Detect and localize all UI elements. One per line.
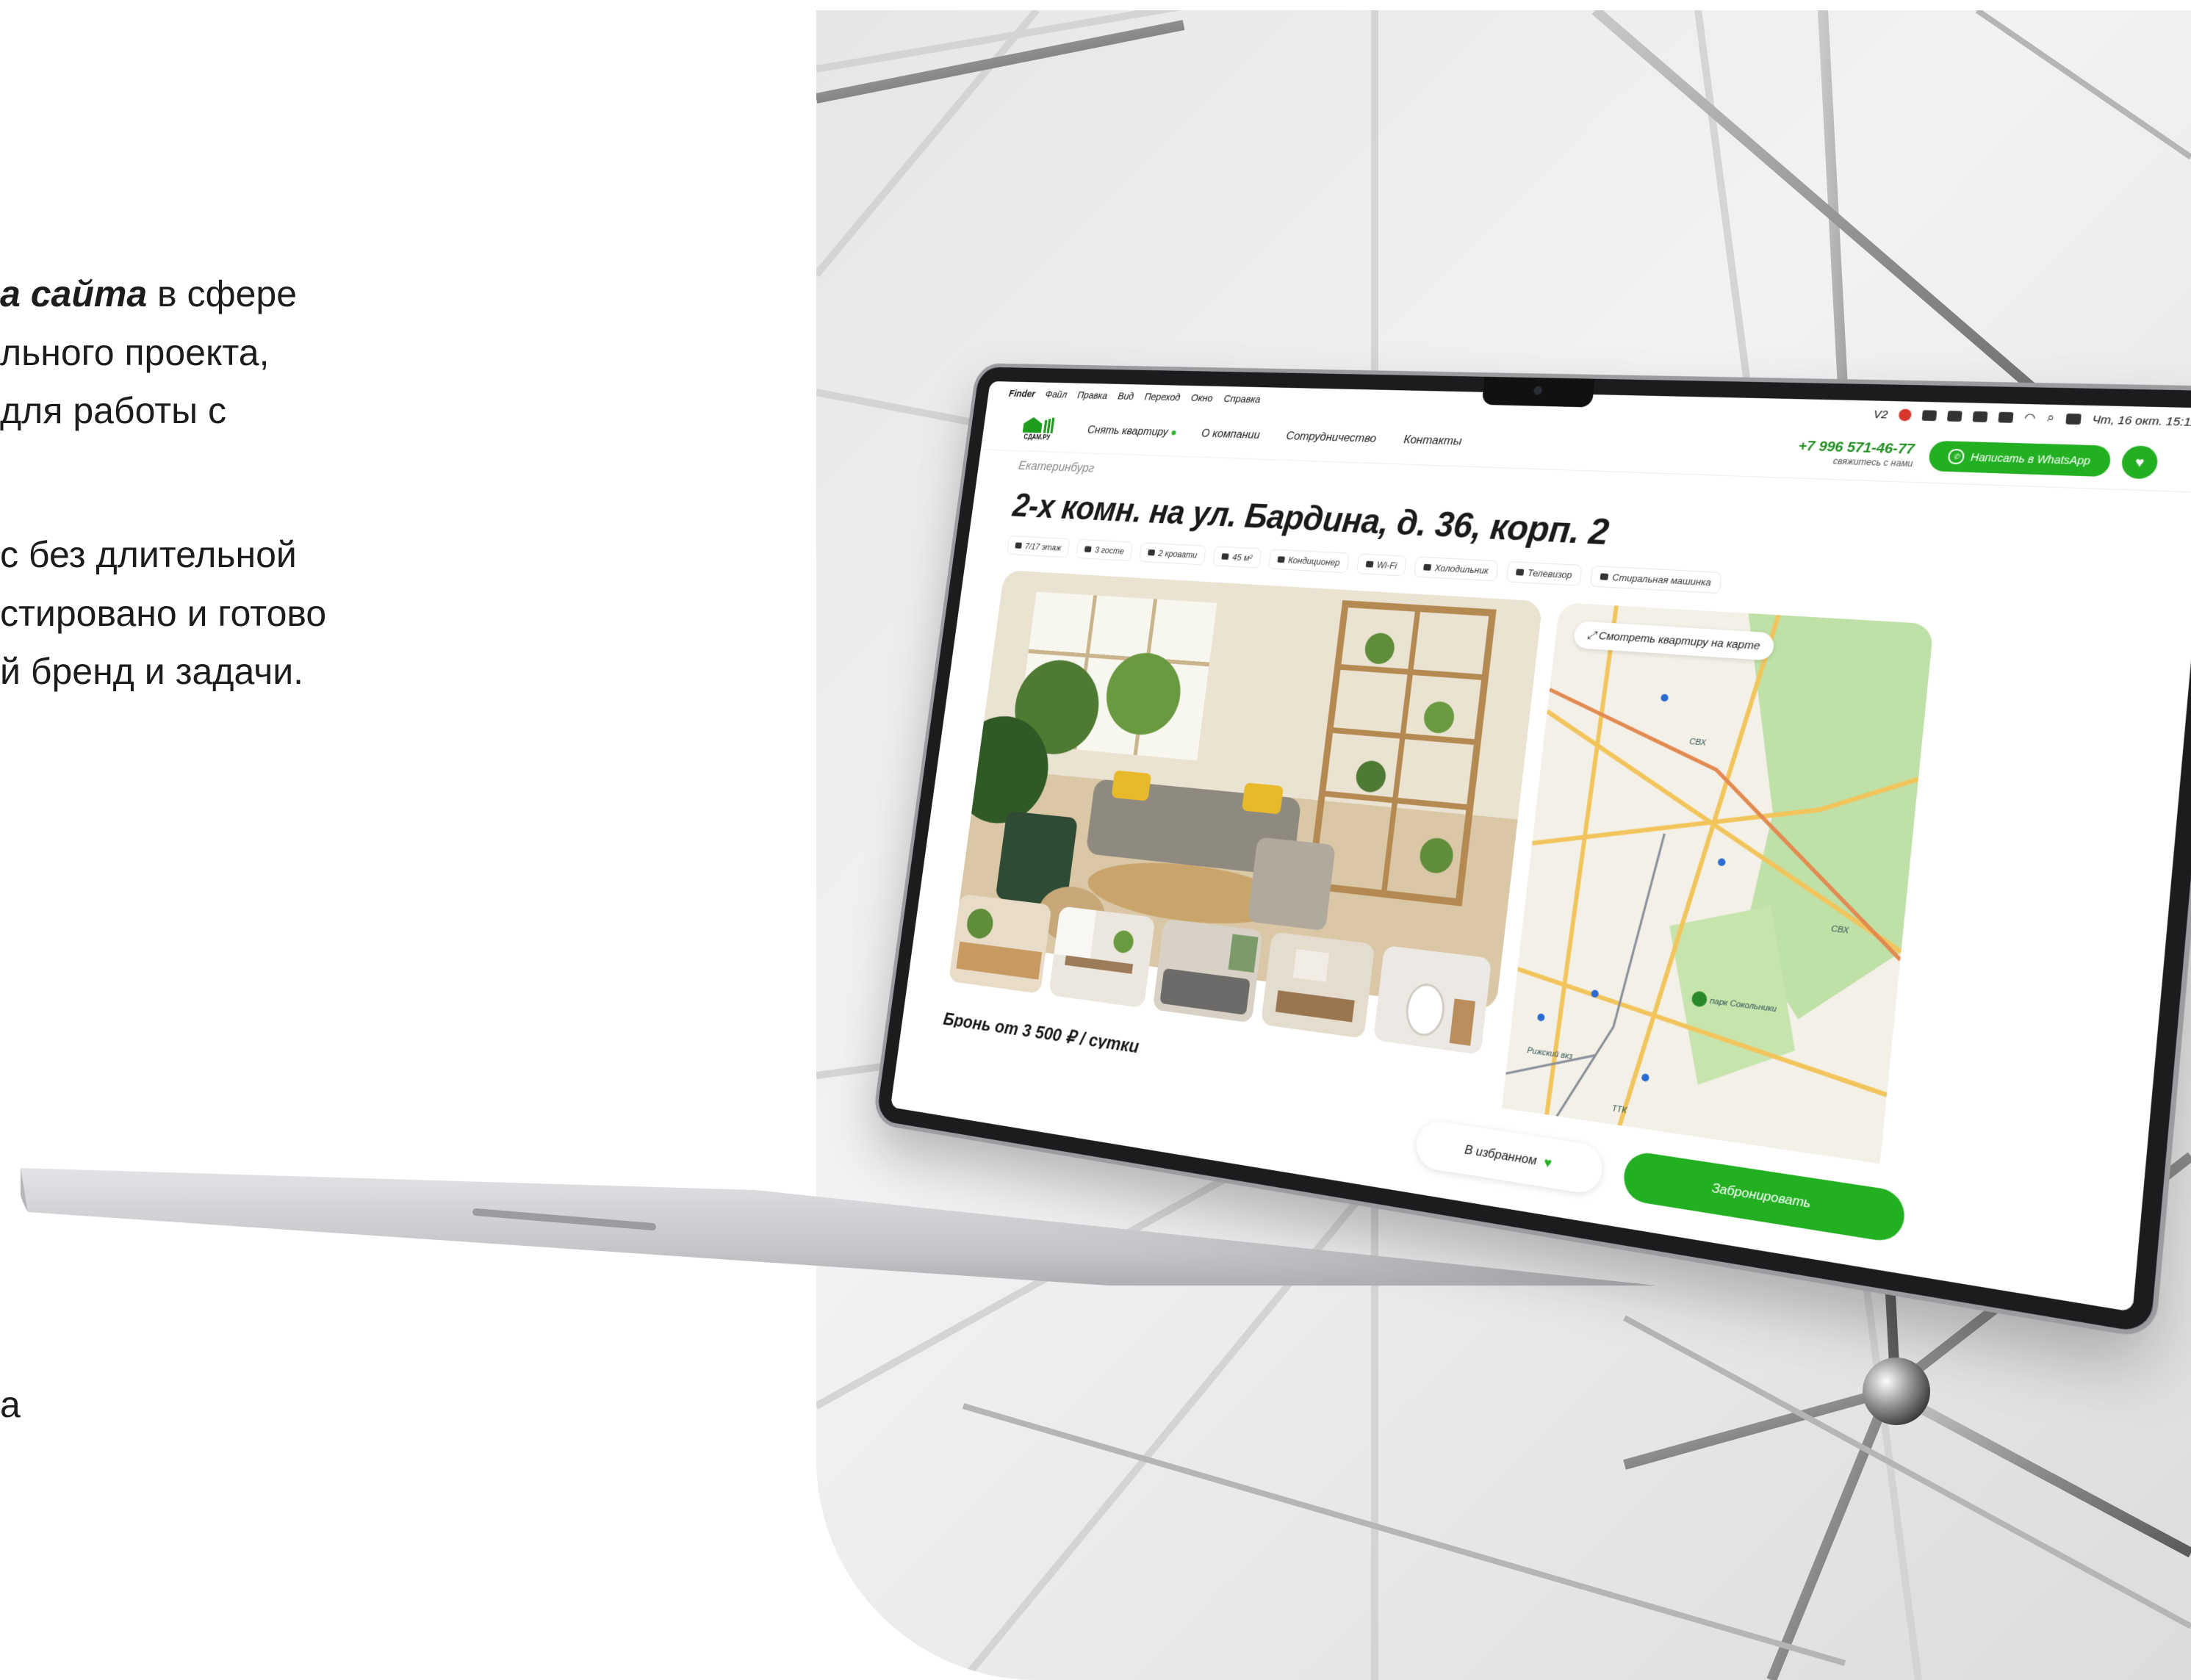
camera-notch	[1481, 376, 1595, 408]
promo-line: льного проекта,	[0, 332, 270, 373]
amenity-chip: Кондиционер	[1267, 549, 1350, 574]
ac-icon	[1277, 556, 1285, 563]
washer-icon	[1600, 573, 1609, 580]
promo-line: й бренд и задачи.	[0, 651, 304, 692]
promo-line: а сайта в сфере	[0, 273, 298, 314]
menu-go[interactable]: Переход	[1144, 391, 1181, 403]
menu-help[interactable]: Справка	[1223, 393, 1262, 405]
menu-window[interactable]: Окно	[1190, 392, 1213, 404]
in-favorites-button[interactable]: В избранном ♥	[1414, 1118, 1605, 1196]
battery-icon[interactable]	[1998, 411, 2014, 423]
favorites-label: В избранном	[1464, 1142, 1538, 1168]
logo-text: СДАМ.РУ	[1023, 433, 1051, 441]
wifi-icon	[1365, 560, 1374, 568]
bed-icon	[1148, 549, 1156, 556]
map-label: СВХ	[1688, 737, 1707, 748]
promo-line: а	[0, 1384, 21, 1425]
book-button[interactable]: Забронировать	[1621, 1150, 1907, 1244]
nav-label: Снять квартиру	[1087, 423, 1169, 439]
app-status-icon[interactable]	[1898, 408, 1912, 422]
floor-icon	[1015, 542, 1023, 549]
thumbnail[interactable]	[1372, 945, 1492, 1055]
app-icon[interactable]	[1946, 411, 1962, 422]
amenity-chip: Стиральная машинка	[1589, 565, 1722, 594]
status-dot-icon	[1171, 430, 1176, 436]
menu-file[interactable]: Файл	[1045, 389, 1068, 400]
heart-icon: ♥	[2134, 453, 2145, 470]
menu-view[interactable]: Вид	[1118, 390, 1135, 402]
amenity-chip: 2 кровати	[1139, 542, 1206, 566]
promo-line: стировано и готово	[0, 593, 327, 634]
thumbnail[interactable]	[1152, 918, 1264, 1023]
wifi-icon[interactable]: ◠	[2023, 410, 2036, 425]
amenity-chip: Wi-Fi	[1356, 553, 1407, 577]
keyboard-icon[interactable]	[1972, 411, 1988, 422]
guests-icon	[1084, 546, 1092, 552]
clock[interactable]: Чт, 16 окт. 15:11	[2092, 413, 2191, 429]
vpn-icon[interactable]	[1921, 410, 1938, 422]
nav-about[interactable]: О компании	[1201, 427, 1261, 442]
amenity-chip: 3 госте	[1076, 538, 1134, 561]
promo-text: а сайта в сфере льного проекта, для рабо…	[0, 0, 808, 1680]
thumbnail[interactable]	[949, 893, 1052, 994]
amenity-chip: Телевизор	[1505, 560, 1583, 586]
thumbnail[interactable]	[1048, 906, 1156, 1009]
menubar-status: V2 ◠ ⌕ Чт, 16 окт. 15:11	[1873, 407, 2191, 430]
amenity-chip: 45 м²	[1212, 546, 1262, 569]
control-center-icon[interactable]	[2065, 413, 2082, 425]
fridge-icon	[1422, 563, 1431, 571]
area-icon	[1221, 553, 1229, 560]
lang-indicator[interactable]: V2	[1873, 408, 1888, 421]
whatsapp-button[interactable]: ✆ Написать в WhatsApp	[1927, 440, 2112, 477]
menu-finder[interactable]: Finder	[1008, 388, 1036, 400]
promo-line: с без длительной	[0, 534, 297, 575]
nav-rent[interactable]: Снять квартиру	[1087, 423, 1177, 439]
nav-contacts[interactable]: Контакты	[1403, 433, 1462, 448]
menu-edit[interactable]: Правка	[1076, 389, 1108, 401]
map-label: СВХ	[1830, 924, 1849, 936]
whatsapp-label: Написать в WhatsApp	[1970, 450, 2091, 467]
promo-line: для работы с	[0, 390, 227, 431]
camera-icon	[1533, 386, 1543, 395]
search-icon[interactable]: ⌕	[2046, 411, 2055, 425]
amenity-chip: Холодильник	[1413, 556, 1499, 582]
nav-partnership[interactable]: Сотрудничество	[1285, 429, 1378, 445]
map-label: ТТК	[1611, 1104, 1627, 1116]
tv-icon	[1515, 569, 1525, 576]
favorites-button[interactable]: ♥	[2120, 445, 2159, 480]
thumbnail[interactable]	[1260, 931, 1375, 1039]
amenity-chip: 7/17 этаж	[1006, 535, 1071, 558]
phone-block[interactable]: +7 996 571-46-77 свяжитесь с нами	[1796, 439, 1915, 469]
site-logo[interactable]: СДАМ.РУ	[1016, 415, 1060, 441]
whatsapp-icon: ✆	[1947, 448, 1965, 465]
heart-icon: ♥	[1543, 1154, 1553, 1171]
house-logo-icon	[1021, 415, 1056, 433]
